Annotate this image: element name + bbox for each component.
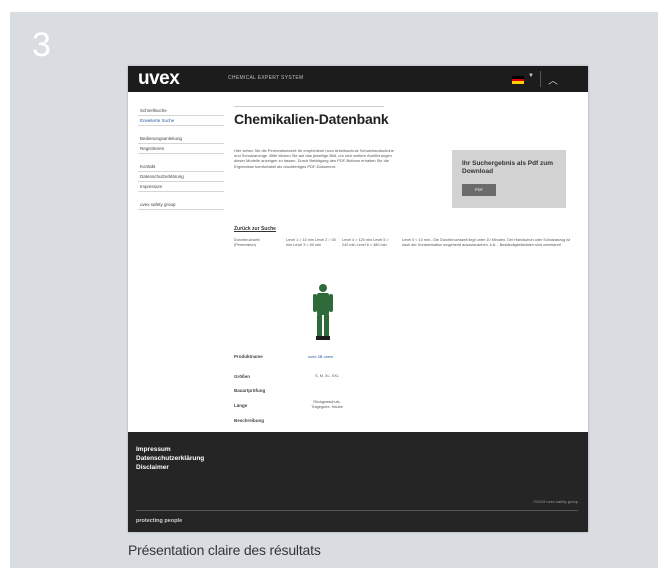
sidebar-item-registrieren[interactable]: Registrieren <box>138 144 224 154</box>
attr-value-sizes: S, M, XL, XXL <box>315 374 339 378</box>
german-flag-icon[interactable] <box>512 76 524 84</box>
legend-notes: Level 0 < 10 min - Die Durchbruchszeit l… <box>402 238 571 247</box>
sidebar-item-datenschutz[interactable]: Datenschutzerklärung <box>138 172 224 182</box>
footer-tagline: protecting people <box>136 518 183 524</box>
attr-label-type-test: Bauartprüfung <box>234 388 266 393</box>
main-content: Chemikalien-Datenbank Hier sehen Sie die… <box>234 106 578 450</box>
protective-suit-image[interactable] <box>308 282 338 342</box>
intro-text: Hier sehen Sie die Permeationszeit für e… <box>234 148 394 169</box>
sidebar-item-bedienungsanleitung[interactable]: Bedienungsanleitung <box>138 134 224 144</box>
sidebar-item-impressum[interactable]: Impressum <box>138 182 224 192</box>
app-screenshot: uvex CHEMICAL EXPERT SYSTEM ▼ ︿ Schnells… <box>128 66 588 532</box>
page-title: Chemikalien-Datenbank <box>234 111 389 127</box>
step-number: 3 <box>32 26 51 64</box>
title-rule <box>234 106 384 107</box>
uvex-logo[interactable]: uvex <box>138 68 180 90</box>
attr-value-length: Rückgratschutz, Tragegurte, Haube <box>311 400 343 409</box>
attr-label-sizes: Größen <box>234 374 251 379</box>
product-name-link[interactable]: uvex 3B chem <box>308 354 333 359</box>
sidebar-item-schnellsuche[interactable]: Schnellsuche <box>138 106 224 116</box>
page-footer: Impressum Datenschutzerklärung Disclaime… <box>128 432 588 532</box>
sidebar-item-uvex-safety-group[interactable]: uvex safety group <box>138 200 224 210</box>
sidebar-item-kontakt[interactable]: Kontakt <box>138 162 224 172</box>
sidebar-nav: Schnellsuche Erweiterte Suche Bedienungs… <box>138 106 224 210</box>
pdf-download-button[interactable]: PDF <box>462 184 496 196</box>
legend-levels-high: Level 4 > 120 min Level 5 > 240 min Leve… <box>342 238 389 247</box>
slide-caption: Présentation claire des résultats <box>128 542 321 558</box>
flag-stripe-gold <box>512 81 524 84</box>
footer-link-datenschutz[interactable]: Datenschutzerklärung <box>136 455 204 462</box>
sidebar-item-erweiterte-suche[interactable]: Erweiterte Suche <box>138 116 224 126</box>
slide-card: 3 uvex CHEMICAL EXPERT SYSTEM ▼ ︿ Schnel… <box>10 12 658 568</box>
top-divider <box>540 71 541 87</box>
back-to-search-link[interactable]: Zurück zur Suche <box>234 226 276 232</box>
footer-link-disclaimer[interactable]: Disclaimer <box>136 464 169 471</box>
top-bar: uvex CHEMICAL EXPERT SYSTEM ▼ ︿ <box>128 66 588 92</box>
legend-title: Durchbruchzeit (Permeation) <box>234 238 260 247</box>
pdf-download-text: Ihr Suchergebnis als Pdf zum Download <box>462 160 554 175</box>
system-name: CHEMICAL EXPERT SYSTEM <box>228 75 304 81</box>
pdf-download-box: Ihr Suchergebnis als Pdf zum Download PD… <box>452 150 566 208</box>
legend-levels-low: Level 1 > 10 min Level 2 > 30 min Level … <box>286 238 336 247</box>
product-name-label: Produktname <box>234 354 263 359</box>
language-dropdown-icon[interactable]: ▼ <box>528 73 534 79</box>
attr-label-length: Länge <box>234 403 248 408</box>
footer-divider <box>136 510 578 511</box>
footer-copyright: ©2019 uvex safety group <box>533 499 578 504</box>
footer-link-impressum[interactable]: Impressum <box>136 446 171 453</box>
attr-label-description: Beschreibung <box>234 418 265 423</box>
chevron-up-icon[interactable]: ︿ <box>548 72 558 87</box>
